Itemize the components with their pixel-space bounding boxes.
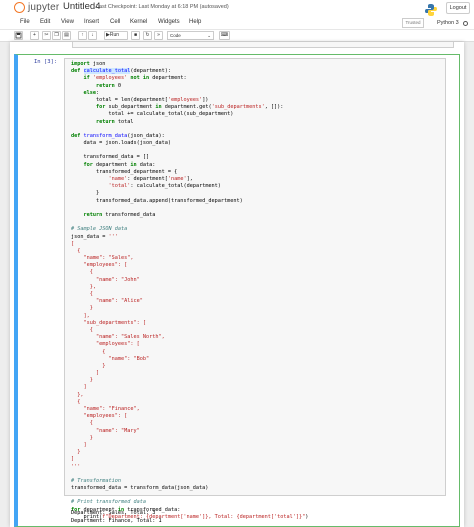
- code-editor[interactable]: import json def calculate_total(departme…: [71, 61, 308, 521]
- fast-forward-icon: »: [157, 32, 160, 38]
- jupyter-logo-icon: [14, 2, 25, 13]
- kernel-status-icon: [463, 21, 468, 26]
- menu-bar: File Edit View Insert Cell Kernel Widget…: [0, 4, 474, 30]
- insert-cell-button[interactable]: +: [30, 31, 39, 40]
- cell-type-select[interactable]: Code ⌄: [167, 31, 214, 40]
- logo-text: jupyter: [28, 2, 60, 13]
- copy-button[interactable]: ❐: [52, 31, 61, 40]
- save-icon: [15, 32, 22, 39]
- menu-insert[interactable]: Insert: [84, 19, 99, 25]
- cut-button[interactable]: ✂: [42, 31, 51, 40]
- output-line: Department: Finance, Total: 1: [71, 518, 162, 524]
- move-up-button[interactable]: ↑: [78, 31, 87, 40]
- paste-icon: ▤: [64, 32, 69, 38]
- run-button[interactable]: ▶Run: [104, 31, 128, 40]
- menu-file[interactable]: File: [20, 19, 30, 25]
- checkpoint-status: Last Checkpoint: Last Monday at 6:18 PM …: [96, 4, 229, 10]
- kernel-name[interactable]: Python 3: [437, 20, 459, 26]
- command-palette-button[interactable]: ⌨: [219, 31, 230, 40]
- output-line: Department: Sales, Total: 3: [71, 510, 156, 516]
- plus-icon: +: [33, 32, 36, 38]
- restart-button[interactable]: ↻: [143, 31, 152, 40]
- interrupt-button[interactable]: ■: [131, 31, 140, 40]
- menu-widgets[interactable]: Widgets: [158, 19, 180, 25]
- chevron-down-icon: ⌄: [207, 33, 211, 38]
- paste-button[interactable]: ▤: [62, 31, 71, 40]
- menu-help[interactable]: Help: [189, 19, 201, 25]
- run-label: Run: [109, 32, 120, 38]
- previous-cell[interactable]: [72, 42, 454, 48]
- move-down-button[interactable]: ↓: [88, 31, 97, 40]
- python-logo-icon: [425, 4, 437, 16]
- menu-edit[interactable]: Edit: [40, 19, 50, 25]
- cell-prompt: In [3]:: [34, 59, 58, 65]
- copy-icon: ❐: [54, 32, 59, 38]
- menu-view[interactable]: View: [61, 19, 74, 25]
- arrow-down-icon: ↓: [91, 32, 94, 38]
- cell-type-value: Code: [170, 33, 181, 38]
- menu-kernel[interactable]: Kernel: [130, 19, 147, 25]
- notebook-header: jupyter Untitled4 Last Checkpoint: Last …: [0, 0, 474, 17]
- jupyter-logo[interactable]: jupyter: [14, 2, 59, 13]
- scissors-icon: ✂: [44, 32, 49, 38]
- notebook-title[interactable]: Untitled4: [63, 1, 101, 12]
- restart-icon: ↻: [145, 32, 150, 38]
- trusted-indicator[interactable]: Trusted: [402, 18, 424, 28]
- notebook-toolbar: + ✂ ❐ ▤ ↑ ↓ ▶Run ■ ↻ » Code ⌄ ⌨: [0, 30, 474, 42]
- keyboard-icon: ⌨: [220, 32, 229, 38]
- arrow-up-icon: ↑: [81, 32, 84, 38]
- stop-icon: ■: [133, 32, 138, 38]
- logout-button[interactable]: Logout: [446, 2, 470, 14]
- restart-run-all-button[interactable]: »: [154, 31, 163, 40]
- save-button[interactable]: [14, 31, 23, 40]
- menu-cell[interactable]: Cell: [110, 19, 120, 25]
- cell-output: Department: Sales, Total: 3 Department: …: [71, 509, 162, 525]
